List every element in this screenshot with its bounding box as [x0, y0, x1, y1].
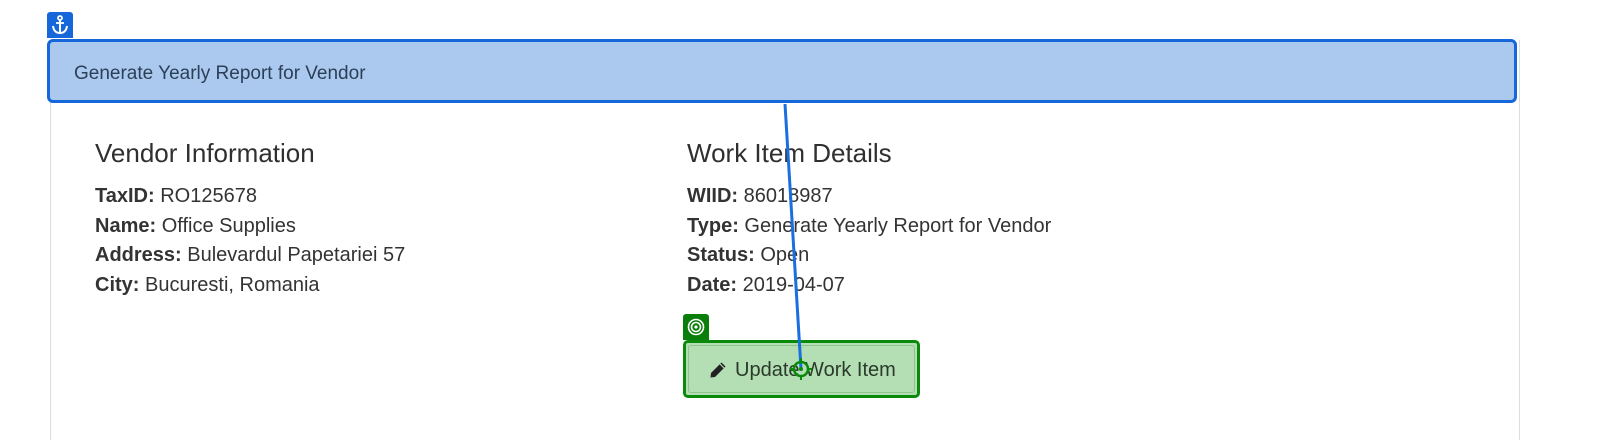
work-item-details-section: Work Item Details WIID: 86018987 Type: G… — [687, 138, 1051, 300]
field-label: Name: — [95, 214, 157, 237]
field-label: City: — [95, 273, 140, 296]
update-work-item-button[interactable]: Update Work Item — [683, 340, 920, 398]
work-item-date-row: Date: 2019-04-07 — [687, 271, 1051, 301]
field-label: Status: — [687, 244, 755, 266]
card-header-title: Generate Yearly Report for Vendor — [74, 63, 366, 84]
vendor-information-section: Vendor Information TaxID: RO125678 Name:… — [95, 138, 405, 300]
work-item-wiid-value: 86018987 — [743, 185, 833, 207]
target-icon — [687, 318, 705, 336]
card-header: Generate Yearly Report for Vendor — [47, 39, 1517, 103]
pencil-icon — [710, 362, 726, 378]
field-label: Date: — [687, 273, 738, 296]
vendor-name-row: Name: Office Supplies — [95, 212, 405, 242]
vendor-address-value: Bulevardul Papetariei 57 — [187, 244, 406, 266]
vendor-city-value: Bucuresti, Romania — [145, 273, 320, 296]
work-item-details-heading: Work Item Details — [687, 138, 892, 168]
field-label: WIID: — [687, 185, 739, 207]
vendor-name-value: Office Supplies — [161, 214, 296, 237]
update-work-item-label: Update Work Item — [735, 359, 896, 381]
target-badge — [683, 314, 709, 340]
field-label: Address: — [95, 244, 182, 266]
anchor-icon — [52, 15, 68, 35]
vendor-taxid-row: TaxID: RO125678 — [95, 182, 405, 212]
work-item-status-value: Open — [760, 244, 810, 266]
work-item-status-row: Status: Open — [687, 241, 1051, 271]
work-item-wiid-row: WIID: 86018987 — [687, 182, 1051, 212]
vendor-city-row: City: Bucuresti, Romania — [95, 271, 405, 301]
work-item-type-row: Type: Generate Yearly Report for Vendor — [687, 212, 1051, 242]
vendor-taxid-value: RO125678 — [160, 185, 257, 207]
vendor-address-row: Address: Bulevardul Papetariei 57 — [95, 241, 405, 271]
field-label: Type: — [687, 214, 739, 237]
field-label: TaxID: — [95, 185, 155, 207]
anchor-badge — [47, 12, 73, 38]
work-item-type-value: Generate Yearly Report for Vendor — [744, 214, 1052, 237]
work-item-date-value: 2019-04-07 — [742, 273, 845, 296]
vendor-information-heading: Vendor Information — [95, 138, 315, 168]
